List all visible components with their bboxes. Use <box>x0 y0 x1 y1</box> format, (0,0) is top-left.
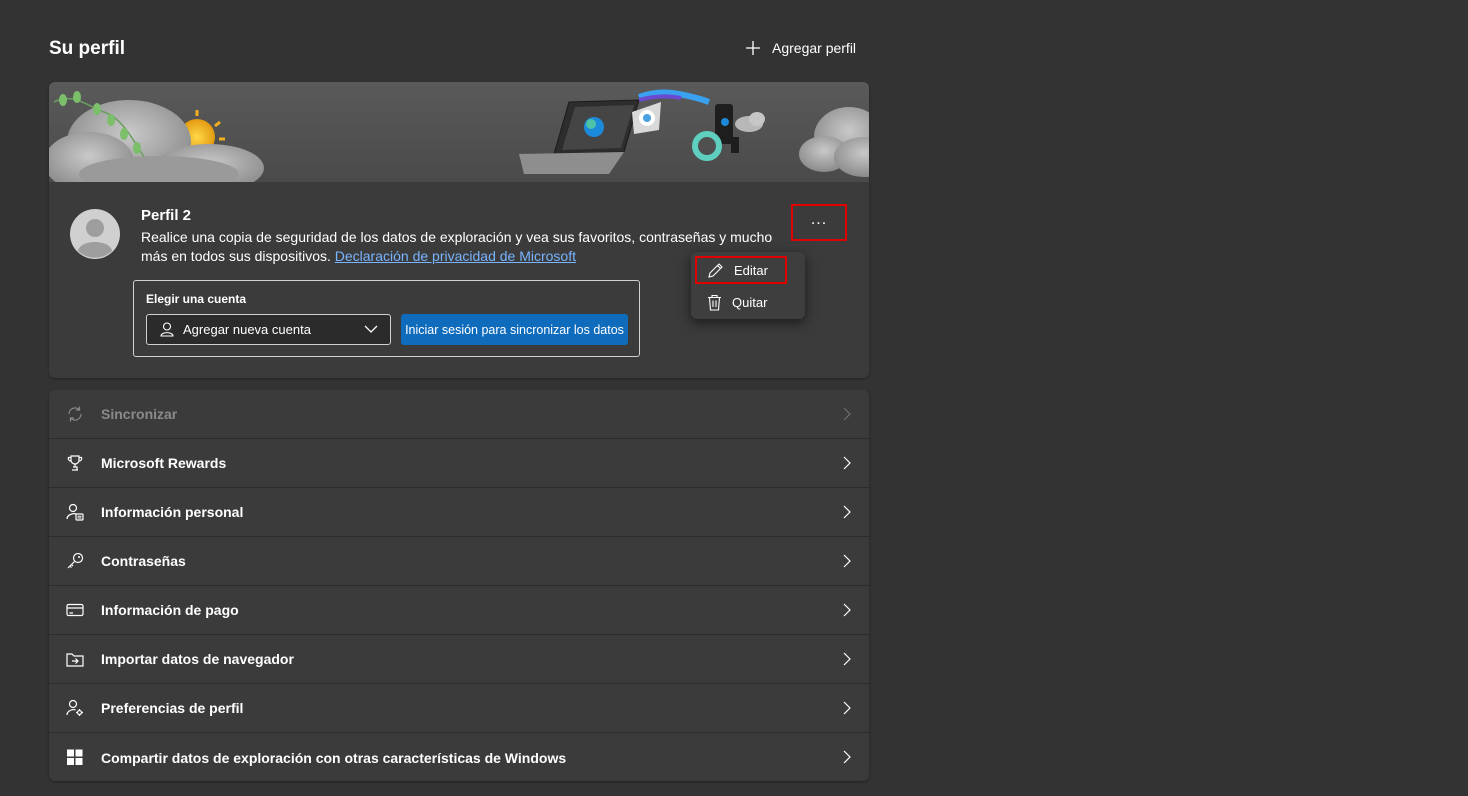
person-settings-icon <box>66 699 83 716</box>
settings-item-import-data[interactable]: Importar datos de navegador <box>49 635 869 684</box>
settings-item-passwords[interactable]: Contraseñas <box>49 537 869 586</box>
page-title: Su perfil <box>49 38 126 59</box>
choose-account-label: Elegir una cuenta <box>146 292 247 306</box>
credit-card-icon <box>66 603 84 617</box>
profile-description: Realice una copia de seguridad de los da… <box>141 228 781 266</box>
menu-item-remove-label: Quitar <box>732 294 768 310</box>
chevron-right-icon <box>843 701 851 715</box>
chevron-right-icon <box>843 407 851 421</box>
settings-item-profile-preferences[interactable]: Preferencias de perfil <box>49 684 869 733</box>
settings-item-label: Contraseñas <box>101 553 186 569</box>
account-dropdown-value: Agregar nueva cuenta <box>183 322 311 337</box>
trophy-icon <box>67 455 83 471</box>
plus-icon <box>746 41 760 55</box>
more-options-button[interactable]: ... <box>791 204 847 241</box>
settings-item-label: Microsoft Rewards <box>101 455 227 471</box>
pencil-icon <box>708 262 723 278</box>
profile-context-menu: Editar Quitar <box>691 252 805 319</box>
chevron-right-icon <box>843 456 851 470</box>
settings-item-label: Importar datos de navegador <box>101 651 294 667</box>
more-options-icon: ... <box>810 210 828 228</box>
key-icon <box>67 552 84 569</box>
settings-item-rewards[interactable]: Microsoft Rewards <box>49 439 869 488</box>
profile-settings-list: Sincronizar Microsoft Rewards Informació… <box>49 390 869 781</box>
settings-item-personal-info[interactable]: Información personal <box>49 488 869 537</box>
avatar <box>70 209 120 259</box>
person-card-icon <box>66 503 84 521</box>
sync-icon <box>68 406 82 422</box>
chevron-right-icon <box>843 652 851 666</box>
trash-icon <box>708 294 721 311</box>
profile-card: Perfil 2 Realice una copia de seguridad … <box>49 82 869 378</box>
settings-item-payment-info[interactable]: Información de pago <box>49 586 869 635</box>
signin-sync-button[interactable]: Iniciar sesión para sincronizar los dato… <box>401 314 628 345</box>
chevron-right-icon <box>843 603 851 617</box>
settings-item-label: Compartir datos de exploración con otras… <box>101 749 567 766</box>
settings-item-label: Información personal <box>101 504 244 520</box>
menu-item-remove[interactable]: Quitar <box>695 288 787 316</box>
settings-item-share-windows[interactable]: Compartir datos de exploración con otras… <box>49 733 869 781</box>
chevron-right-icon <box>843 505 851 519</box>
menu-item-edit[interactable]: Editar <box>695 256 787 284</box>
profile-banner-illustration <box>49 82 869 182</box>
add-profile-label: Agregar perfil <box>772 40 857 56</box>
settings-item-label: Información de pago <box>101 602 239 618</box>
chevron-right-icon <box>843 554 851 568</box>
chevron-right-icon <box>843 750 851 764</box>
account-dropdown[interactable]: Agregar nueva cuenta <box>146 314 391 345</box>
add-profile-button[interactable]: Agregar perfil <box>745 40 856 56</box>
import-folder-icon <box>66 653 84 667</box>
person-icon <box>160 322 174 337</box>
choose-account-group: Elegir una cuenta Agregar nueva cuenta I… <box>133 280 640 357</box>
chevron-down-icon <box>364 325 378 333</box>
settings-item-label: Preferencias de perfil <box>101 700 244 716</box>
windows-icon <box>67 749 83 765</box>
profile-name: Perfil 2 <box>141 207 192 224</box>
menu-item-edit-label: Editar <box>734 262 768 278</box>
privacy-statement-link[interactable]: Declaración de privacidad de Microsoft <box>335 248 576 264</box>
settings-item-label: Sincronizar <box>101 406 178 422</box>
settings-item-sync[interactable]: Sincronizar <box>49 390 869 439</box>
